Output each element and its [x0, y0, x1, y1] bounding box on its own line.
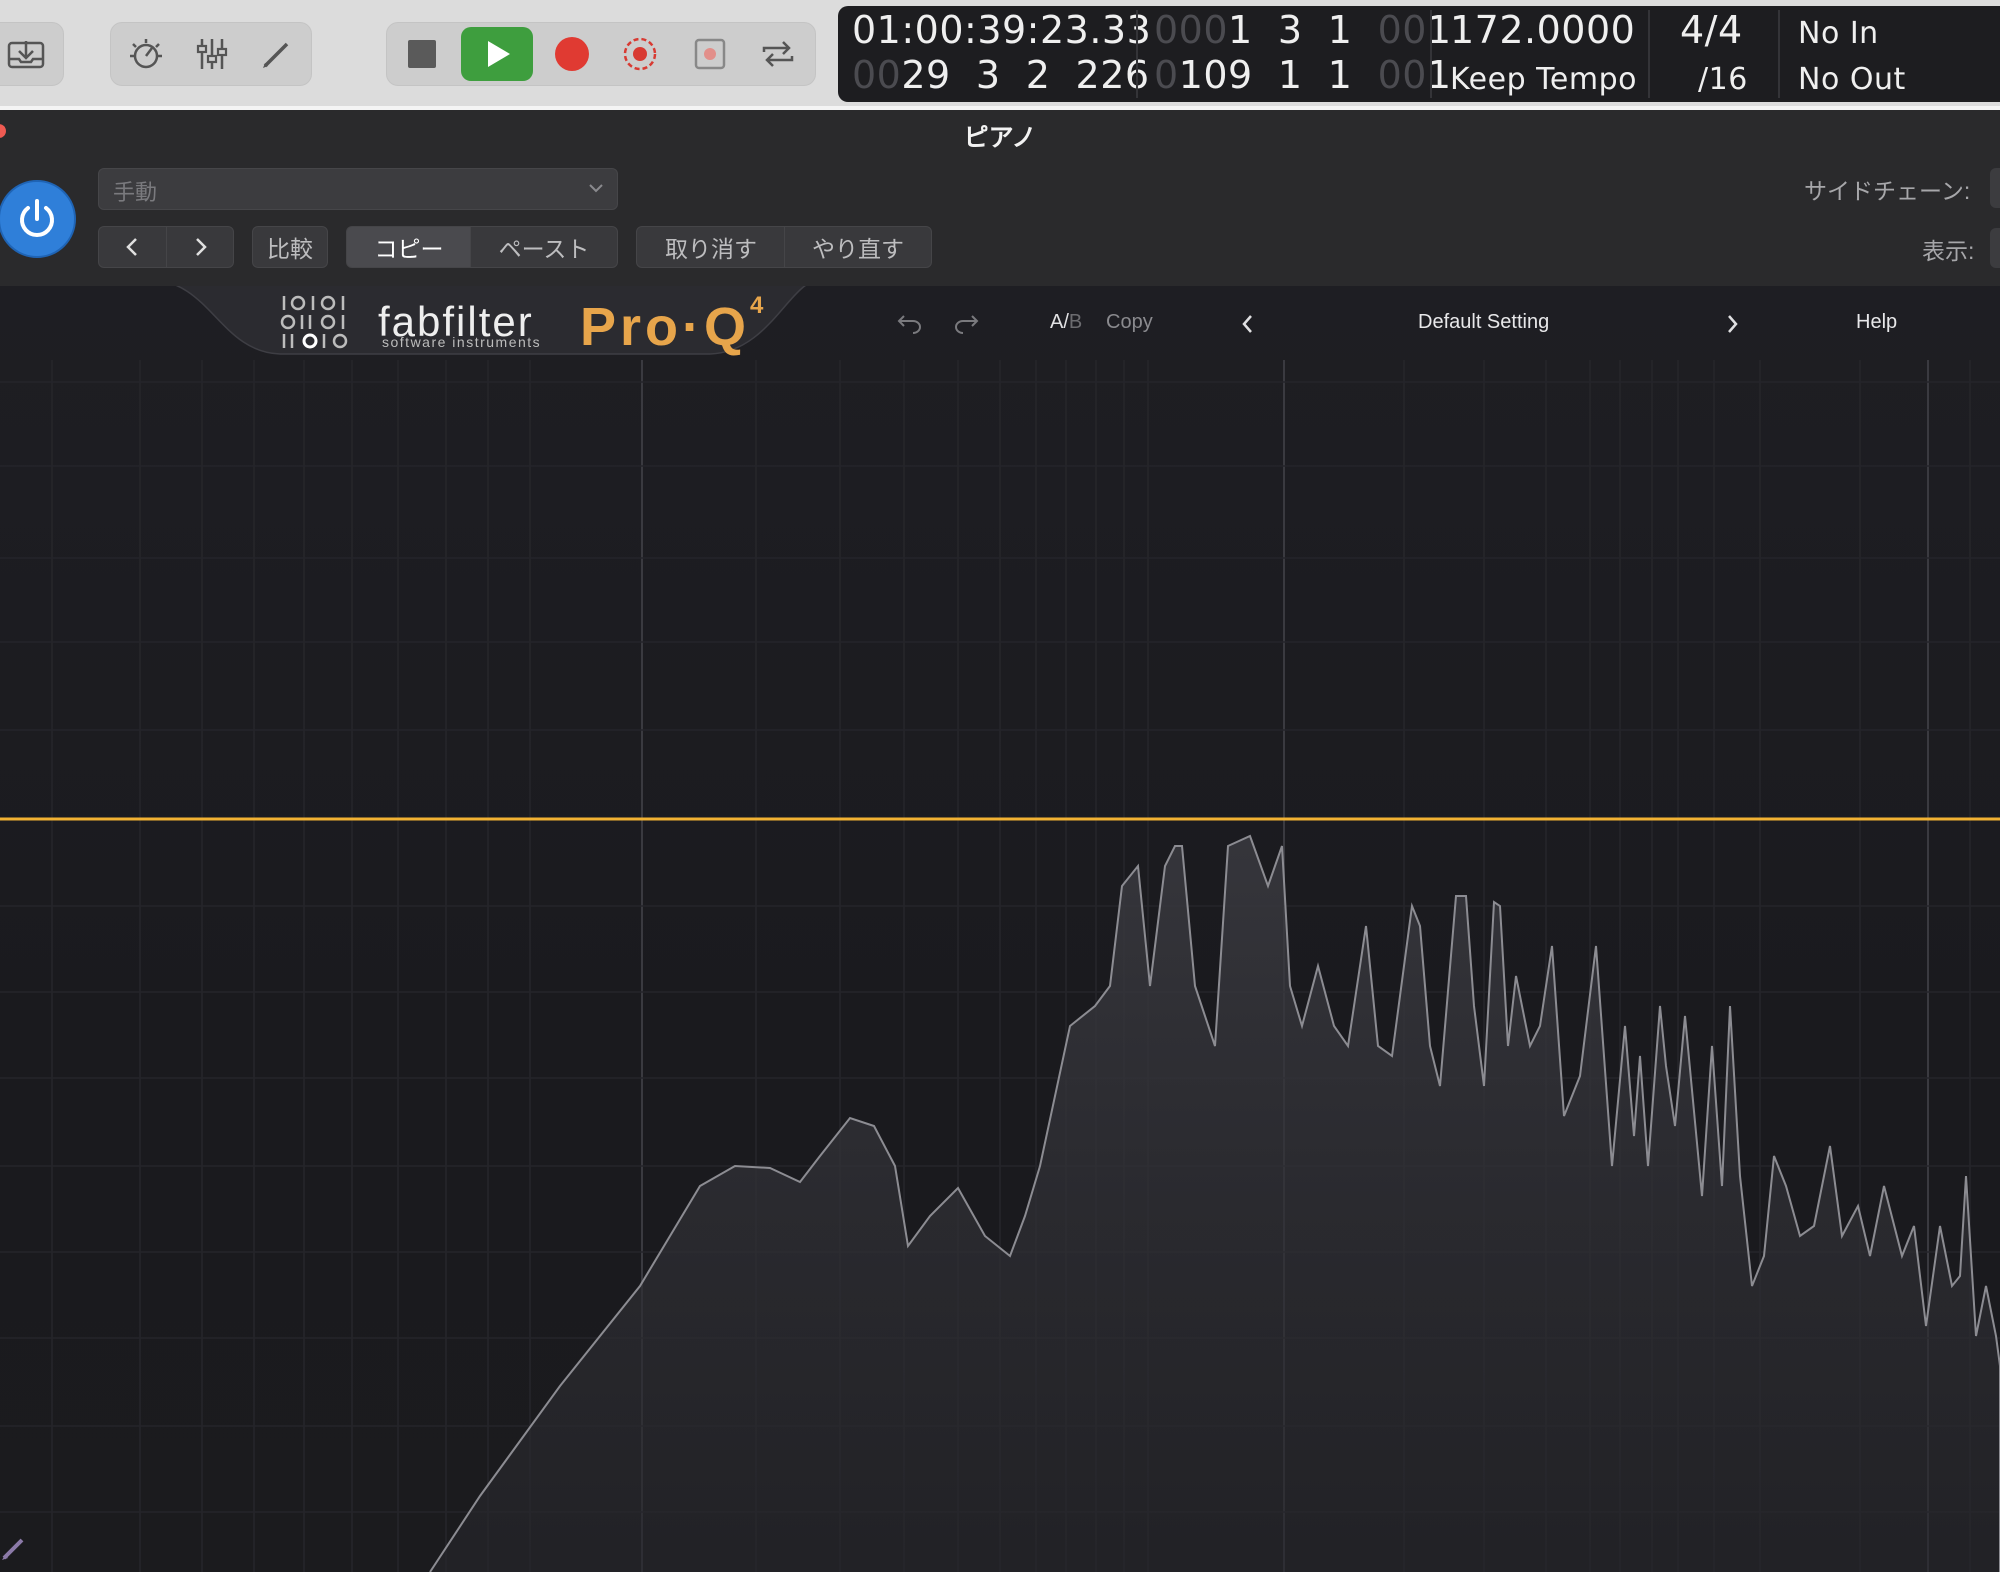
library-group: [0, 22, 64, 86]
color-picker-icon[interactable]: [0, 1532, 30, 1567]
pro-q-header: fabfilter software instruments Pro·Q4 A/…: [0, 286, 2000, 360]
next-preset-icon[interactable]: [1724, 313, 1740, 340]
cycle-icon[interactable]: [753, 31, 803, 77]
compare-button[interactable]: 比較: [252, 226, 328, 268]
next-preset-button[interactable]: [166, 226, 234, 268]
lcd-time-signature[interactable]: 4/4: [1680, 8, 1743, 52]
mixer-icon[interactable]: [187, 31, 237, 77]
plugin-window-title: ピアノ: [963, 124, 1037, 152]
previous-preset-icon[interactable]: [1240, 313, 1256, 340]
record-icon[interactable]: [547, 31, 597, 77]
power-icon: [20, 199, 54, 237]
view-dropdown[interactable]: [1990, 228, 2000, 268]
pencil-icon[interactable]: [251, 31, 301, 77]
redo-icon[interactable]: [952, 310, 980, 339]
fabfilter-logo-icon: [280, 295, 348, 349]
preset-name[interactable]: Default Setting: [1418, 311, 1549, 334]
product-name: Pro·Q4: [580, 292, 768, 357]
help-button[interactable]: Help: [1856, 311, 1897, 334]
undo-icon[interactable]: [896, 310, 924, 339]
copy-button[interactable]: コピー: [346, 226, 472, 268]
sidechain-label: サイドチェーン:: [1804, 178, 1971, 204]
lcd-tempo-mode[interactable]: Keep Tempo: [1450, 62, 1637, 97]
transport-group: [386, 22, 816, 86]
inbox-icon[interactable]: [1, 31, 51, 77]
lcd-display[interactable]: 01:00:39:23.33 0029 3 2 226 0001 3 1 001…: [838, 6, 2000, 102]
lcd-timecode: 01:00:39:23.33: [852, 8, 1152, 52]
plugin-window-header: ピアノ 手動 比較 コピー ペースト 取り消す やり直す サイドチェーン: 表示…: [0, 110, 2000, 286]
chevron-down-icon: [587, 179, 605, 202]
metronome-icon[interactable]: [121, 31, 171, 77]
brand-subtitle: software instruments: [382, 334, 542, 350]
sidechain-dropdown[interactable]: [1990, 168, 2000, 208]
lcd-position-bars: 0001 3 1 001: [1154, 8, 1452, 52]
chevron-right-icon: [196, 238, 207, 256]
redo-button[interactable]: やり直す: [784, 226, 932, 268]
lcd-tempo[interactable]: 172.0000: [1450, 8, 1635, 52]
control-bar: 01:00:39:23.33 0029 3 2 226 0001 3 1 001…: [0, 0, 2000, 106]
power-button[interactable]: [0, 180, 76, 258]
lcd-division[interactable]: /16: [1698, 62, 1748, 97]
eq-display[interactable]: [0, 286, 2000, 1572]
replace-record-icon[interactable]: [615, 31, 665, 77]
view-label: 表示:: [1922, 238, 1975, 264]
stop-icon[interactable]: [397, 31, 447, 77]
lcd-end-position: 0109 1 1 001: [1154, 53, 1452, 97]
pro-q-editor: fabfilter software instruments Pro·Q4 A/…: [0, 286, 2000, 1572]
previous-preset-button[interactable]: [98, 226, 168, 268]
autopunch-icon[interactable]: [685, 31, 735, 77]
chevron-left-icon: [126, 238, 137, 256]
preset-dropdown[interactable]: 手動: [98, 168, 618, 210]
lcd-midi-out: No Out: [1798, 62, 1906, 97]
view-tools-group: [110, 22, 312, 86]
spectrum-analyzer-fill: [430, 836, 2000, 1572]
preset-value: 手動: [113, 180, 158, 205]
lcd-position-secondary: 0029 3 2 226: [852, 53, 1150, 97]
lcd-midi-in: No In: [1798, 16, 1879, 51]
play-icon[interactable]: [461, 27, 533, 81]
paste-button[interactable]: ペースト: [470, 226, 618, 268]
ab-toggle[interactable]: A/B: [1050, 311, 1082, 334]
undo-button[interactable]: 取り消す: [636, 226, 786, 268]
ab-copy-button[interactable]: Copy: [1106, 311, 1153, 334]
